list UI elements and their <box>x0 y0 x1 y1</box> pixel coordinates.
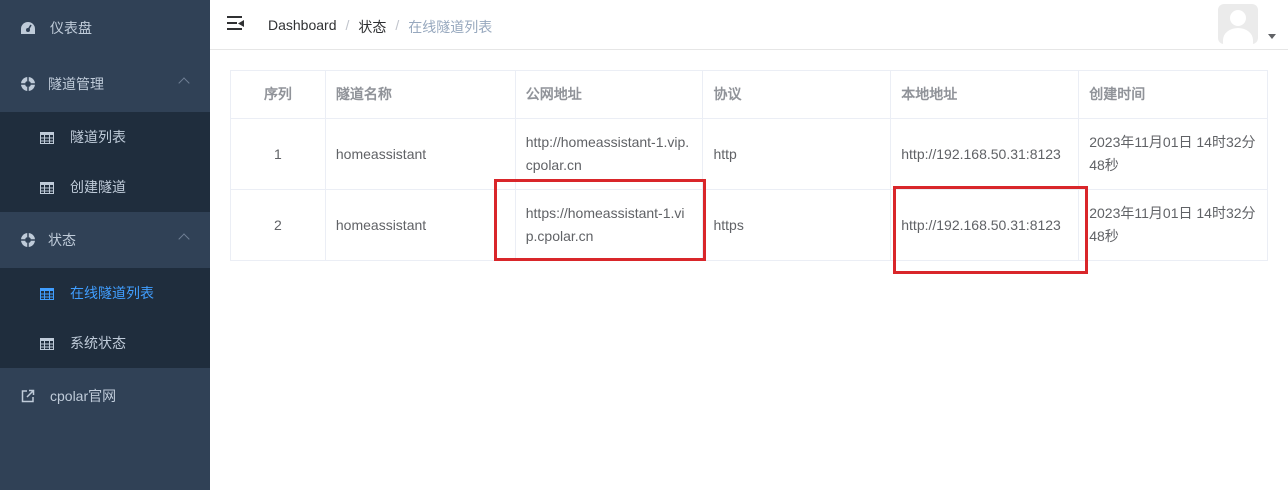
sidebar-item-tunnel-mgmt[interactable]: 隧道管理 <box>0 56 210 112</box>
sidebar-item-dashboard[interactable]: 仪表盘 <box>0 0 210 56</box>
table-icon <box>40 131 54 144</box>
table-icon <box>40 337 54 350</box>
breadcrumb-item-status[interactable]: 状态 <box>358 17 386 37</box>
sidebar-item-label: 仪表盘 <box>50 20 92 36</box>
sidebar-item-create-tunnel[interactable]: 创建隧道 <box>0 162 210 212</box>
sidebar-item-label: 状态 <box>48 232 76 248</box>
breadcrumb-item-dashboard[interactable]: Dashboard <box>268 17 337 37</box>
table-header-row: 序列 隧道名称 公网地址 协议 本地地址 创建时间 <box>230 70 1268 119</box>
sidebar-item-online-tunnels[interactable]: 在线隧道列表 <box>0 268 210 318</box>
table-cell: homeassistant <box>324 189 516 261</box>
breadcrumb-item-current: 在线隧道列表 <box>408 19 493 35</box>
sidebar: 仪表盘 隧道管理 隧道列表 创建隧道 状态 在线隧道列表 系统状态 cpolar… <box>0 0 210 490</box>
sidebar-item-official-site[interactable]: cpolar官网 <box>0 368 210 424</box>
caret-down-icon[interactable] <box>1268 34 1276 39</box>
lifebuoy-icon <box>20 76 36 92</box>
table-cell: 2023年11月01日 14时32分48秒 <box>1078 189 1268 261</box>
table-cell: https <box>702 189 892 261</box>
column-header: 公网地址 <box>514 70 704 119</box>
column-header: 序列 <box>230 70 326 119</box>
sidebar-item-label: 系统状态 <box>70 335 126 351</box>
column-header: 创建时间 <box>1078 70 1268 119</box>
table-cell: 1 <box>230 118 326 190</box>
table-cell: http://192.168.50.31:8123 <box>890 118 1080 190</box>
table-row: 1 homeassistant http://homeassistant-1.v… <box>230 118 1268 190</box>
sidebar-item-status[interactable]: 状态 <box>0 212 210 268</box>
avatar-icon[interactable] <box>1218 4 1258 44</box>
breadcrumb-separator: / <box>395 17 400 33</box>
dashboard-icon <box>20 20 36 36</box>
column-header: 协议 <box>702 70 892 119</box>
sidebar-item-tunnel-list[interactable]: 隧道列表 <box>0 112 210 162</box>
table-icon <box>40 287 54 300</box>
tunnel-table: 序列 隧道名称 公网地址 协议 本地地址 创建时间 1 homeassistan… <box>230 70 1268 261</box>
sidebar-item-label: 创建隧道 <box>70 179 126 195</box>
chevron-up-icon <box>178 77 190 89</box>
table-row: 2 homeassistant https://homeassistant-1.… <box>230 189 1268 261</box>
sidebar-item-label: 隧道管理 <box>48 76 104 92</box>
column-header: 本地地址 <box>890 70 1080 119</box>
chevron-up-icon <box>178 233 190 245</box>
hamburger-icon[interactable] <box>227 16 244 31</box>
highlight-box <box>893 186 1088 274</box>
external-link-icon <box>20 388 36 404</box>
sidebar-item-label: cpolar官网 <box>50 388 117 404</box>
breadcrumb: Dashboard / 状态 / 在线隧道列表 <box>268 17 492 37</box>
table-cell: http <box>702 118 892 190</box>
sidebar-item-system-status[interactable]: 系统状态 <box>0 318 210 368</box>
sidebar-item-label: 在线隧道列表 <box>70 285 154 301</box>
table-cell: homeassistant <box>324 118 516 190</box>
table-cell: 2 <box>230 189 326 261</box>
table-cell: 2023年11月01日 14时32分48秒 <box>1078 118 1268 190</box>
navbar: Dashboard / 状态 / 在线隧道列表 <box>210 0 1288 50</box>
highlight-box <box>494 179 706 261</box>
lifebuoy-icon <box>20 232 36 248</box>
breadcrumb-separator: / <box>345 17 350 33</box>
sidebar-item-label: 隧道列表 <box>70 129 126 145</box>
column-header: 隧道名称 <box>324 70 516 119</box>
table-icon <box>40 181 54 194</box>
